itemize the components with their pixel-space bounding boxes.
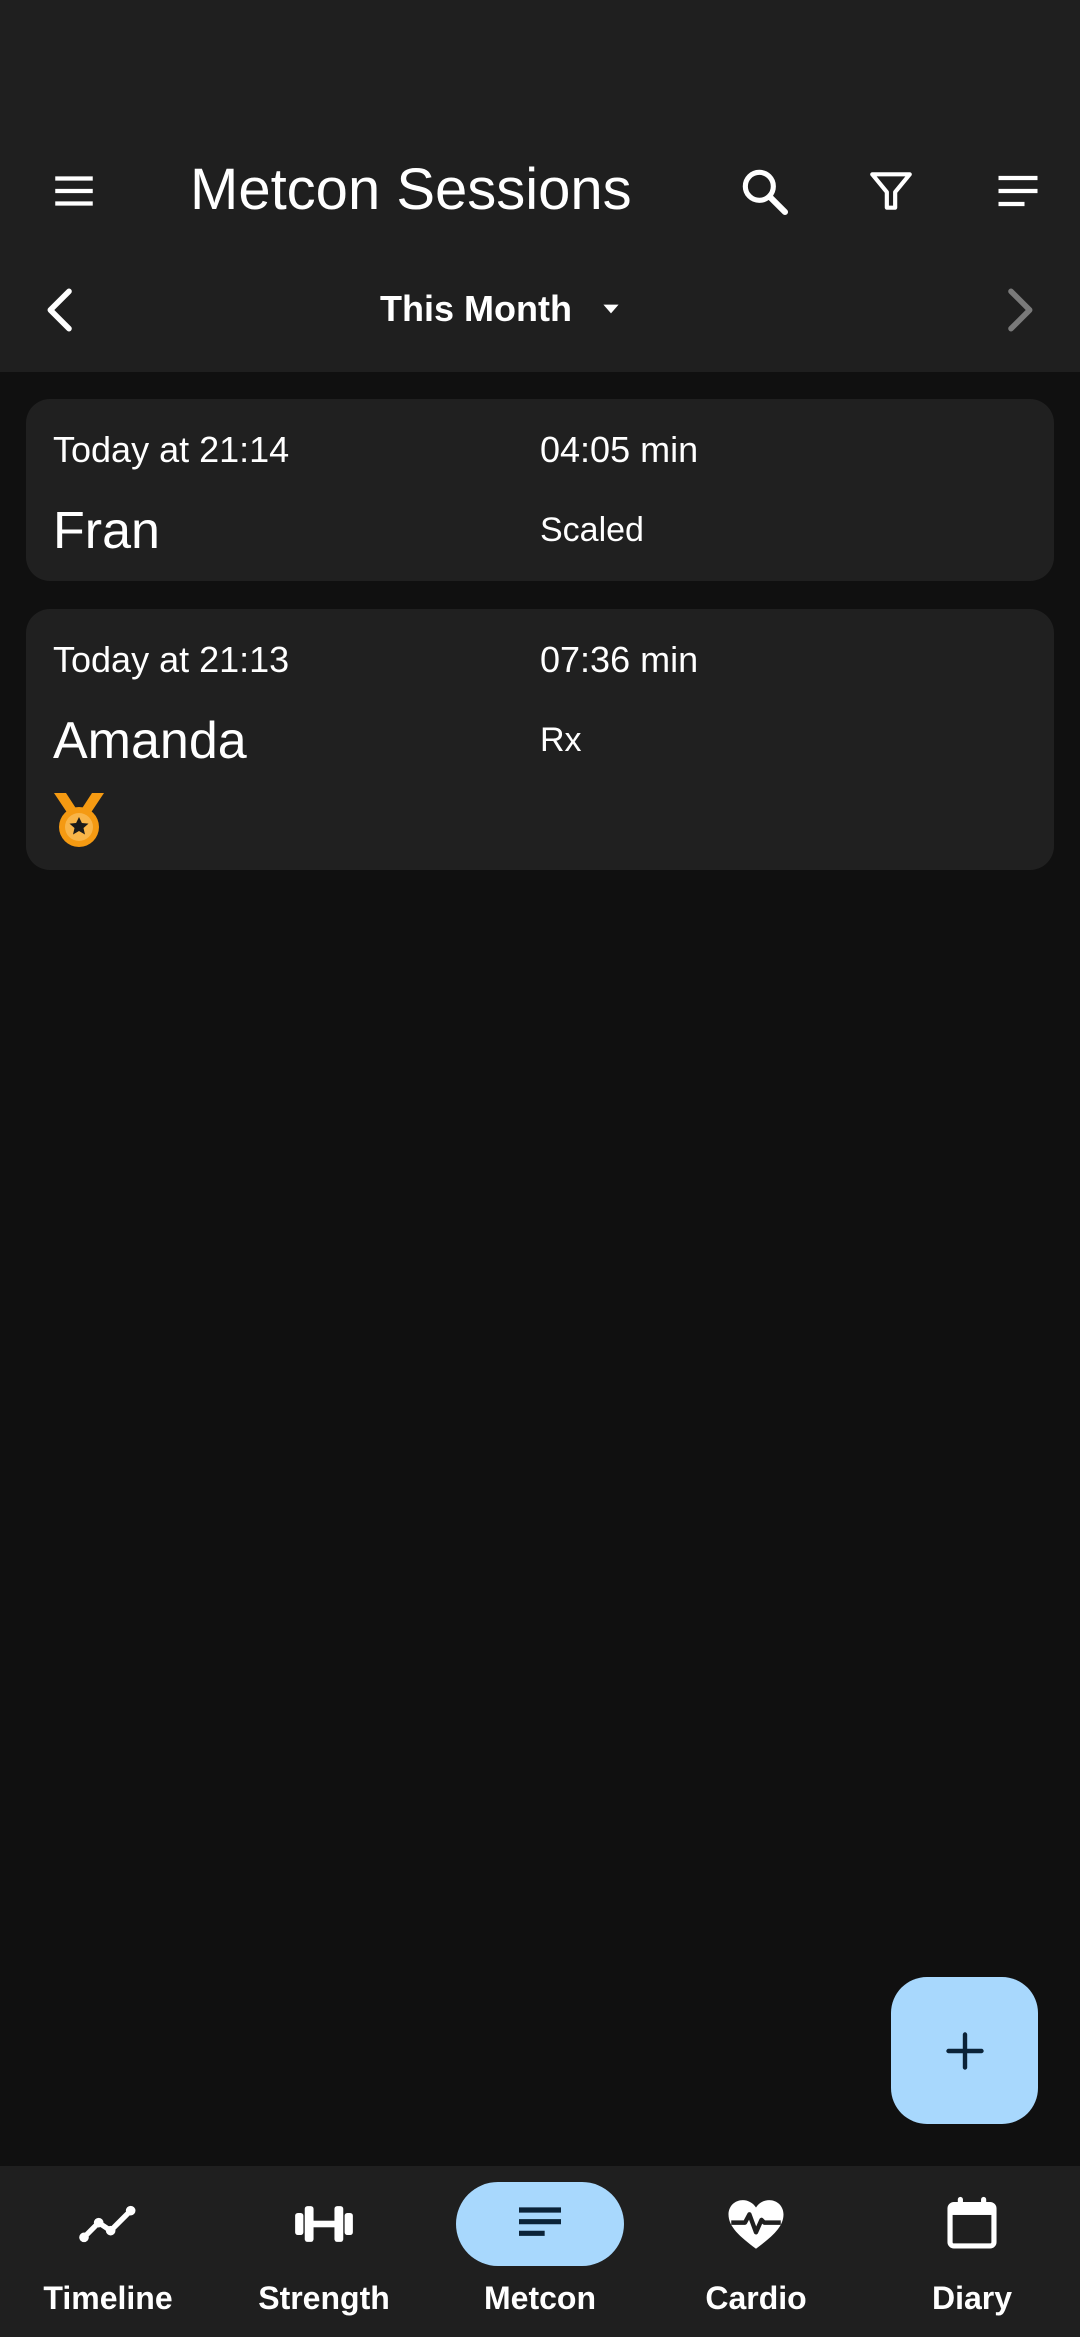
chevron-right-icon xyxy=(1008,288,1033,332)
previous-period-button[interactable] xyxy=(12,260,112,360)
arrow-drop-down-icon xyxy=(603,304,619,314)
menu-icon xyxy=(55,176,93,206)
session-category: Rx xyxy=(540,721,582,759)
page-title: Metcon Sessions xyxy=(190,157,632,222)
nav-label: Metcon xyxy=(484,2280,596,2316)
chevron-left-icon xyxy=(47,288,72,332)
filter-icon xyxy=(870,172,912,210)
session-category: Scaled xyxy=(540,511,644,549)
nav-label: Timeline xyxy=(43,2280,173,2316)
next-period-button[interactable] xyxy=(968,260,1068,360)
timeline-icon xyxy=(79,2205,136,2243)
notes-icon xyxy=(519,2207,561,2236)
top-app-bar: Metcon Sessions This Month xyxy=(0,0,1080,372)
session-card[interactable]: Today at 21:14 04:05 min Fran Scaled xyxy=(26,399,1054,581)
nav-item-diary[interactable]: Diary xyxy=(864,2166,1080,2337)
session-card[interactable]: Today at 21:13 07:36 min Amanda Rx xyxy=(26,609,1054,870)
medal-icon xyxy=(54,793,104,847)
session-name: Amanda xyxy=(53,712,247,770)
nav-label: Cardio xyxy=(705,2280,807,2316)
nav-item-cardio[interactable]: Cardio xyxy=(648,2166,864,2337)
session-name: Fran xyxy=(53,502,160,560)
add-session-button[interactable] xyxy=(891,1977,1038,2124)
session-duration: 04:05 min xyxy=(540,429,699,470)
add-icon xyxy=(945,2031,984,2070)
period-dropdown[interactable]: This Month xyxy=(380,276,624,342)
bottom-navigation: Timeline Strength Metcon Cardio Diary xyxy=(0,2166,1080,2337)
dumbbell-icon xyxy=(295,2206,353,2242)
nav-item-metcon[interactable]: Metcon xyxy=(432,2166,648,2337)
menu-button[interactable] xyxy=(24,141,124,241)
sort-button[interactable] xyxy=(968,141,1068,241)
filter-button[interactable] xyxy=(841,141,941,241)
nav-item-strength[interactable]: Strength xyxy=(216,2166,432,2337)
session-time: Today at 21:13 xyxy=(53,639,290,680)
nav-label: Diary xyxy=(931,2280,1013,2316)
heart-pulse-icon xyxy=(728,2200,784,2249)
session-duration: 07:36 min xyxy=(540,639,699,680)
period-label: This Month xyxy=(380,288,572,329)
calendar-icon xyxy=(947,2196,997,2249)
search-button[interactable] xyxy=(714,141,814,241)
sort-icon xyxy=(998,175,1038,207)
session-time: Today at 21:14 xyxy=(53,429,290,470)
nav-item-timeline[interactable]: Timeline xyxy=(0,2166,216,2337)
search-icon xyxy=(742,169,789,216)
nav-label: Strength xyxy=(258,2280,390,2316)
